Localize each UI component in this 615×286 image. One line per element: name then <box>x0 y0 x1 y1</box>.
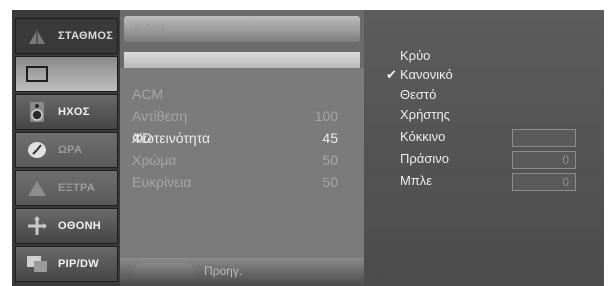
nav-item-sound[interactable]: ΗΧΟΣ <box>15 94 118 130</box>
nav-label-station: ΣΤΑΘΜΟΣ <box>58 30 114 42</box>
option-warm[interactable]: Θεστό <box>400 87 436 102</box>
speaker-icon <box>24 101 50 123</box>
picture-icon <box>24 63 50 85</box>
option-user[interactable]: Χρήστης <box>400 107 450 122</box>
setting-value: 100 <box>314 108 338 124</box>
setting-row-color[interactable]: Χρώμα 50 <box>132 152 352 172</box>
green-value-box[interactable]: 0 <box>512 151 576 169</box>
nav-item-screen[interactable]: ΟΘΟΝΗ <box>15 208 118 244</box>
nav-label-sound: ΗΧΟΣ <box>58 106 90 118</box>
clock-icon <box>24 139 50 161</box>
option-green[interactable]: Πράσινο <box>400 151 449 166</box>
setting-value: 45 <box>322 130 338 146</box>
blue-value-box[interactable]: 0 <box>512 173 576 191</box>
nav-item-extra[interactable]: ΕΞΤΡΑ <box>15 170 118 206</box>
setting-label: ACM <box>132 86 164 102</box>
setting-value: 50 <box>322 174 338 190</box>
nav-item-station[interactable]: ΣΤΑΘΜΟΣ <box>15 18 118 54</box>
setting-row-sharpness[interactable]: Ευκρίνεια 50 <box>132 174 352 194</box>
station-icon <box>24 25 50 47</box>
setting-row-acm[interactable]: ACM <box>132 86 352 106</box>
main-menu-nav: ΣΤΑΘΜΟΣ ΗΧΟΣ ΩΡΑ ΕΞΤΡΑ ΟΘΟΝΗ PIP/DW <box>12 10 120 286</box>
red-value-box[interactable] <box>512 129 576 147</box>
color-temperature-panel: ✔ Κρύο Κανονικό Θεστό Χρήστης Κόκκινο Πρ… <box>364 10 604 286</box>
setting-row-contrast[interactable]: Αντίθεση 100 <box>132 108 352 128</box>
option-cool[interactable]: Κρύο <box>400 48 430 63</box>
prev-label: Προηγ. <box>204 264 243 278</box>
nav-label-screen: ΟΘΟΝΗ <box>58 220 102 232</box>
blue-value: 0 <box>562 175 569 189</box>
setting-value <box>288 86 352 106</box>
nav-label-pip: PIP/DW <box>58 258 99 270</box>
tv-menu-screen: ΣΤΑΘΜΟΣ ΗΧΟΣ ΩΡΑ ΕΞΤΡΑ ΟΘΟΝΗ PIP/DW P.S.… <box>12 10 604 286</box>
nav-item-picture[interactable] <box>15 56 118 92</box>
prev-button[interactable] <box>134 263 194 281</box>
setting-label: Χρώμα <box>132 152 177 168</box>
option-red[interactable]: Κόκκινο <box>400 129 445 144</box>
setting-label: Φωτεινότητα <box>132 130 211 146</box>
nav-item-pip[interactable]: PIP/DW <box>15 246 118 282</box>
nav-label-extra: ΕΞΤΡΑ <box>58 182 96 194</box>
picture-settings-list: XD ACM Αντίθεση 100 Φωτεινότητα 45 Χρώμα… <box>120 68 364 258</box>
green-value: 0 <box>562 153 569 167</box>
picture-menu-panel: P.S.M XD ACM Αντίθεση 100 Φωτεινότητα 45… <box>120 10 364 286</box>
setting-label: Αντίθεση <box>132 108 188 124</box>
psm-label: P.S.M <box>134 22 166 36</box>
pip-icon <box>24 253 50 275</box>
screen-icon <box>24 215 50 237</box>
bottom-bar: Προηγ. <box>120 258 364 286</box>
setting-row-brightness[interactable]: Φωτεινότητα 45 <box>132 130 352 150</box>
setting-value: 50 <box>322 152 338 168</box>
setting-label: Ευκρίνεια <box>132 174 192 190</box>
psm-bar[interactable]: P.S.M <box>124 16 360 42</box>
option-blue[interactable]: Μπλε <box>400 173 432 188</box>
check-mark-icon: ✔ <box>386 67 397 82</box>
nav-item-time[interactable]: ΩΡΑ <box>15 132 118 168</box>
nav-label-time: ΩΡΑ <box>58 144 83 156</box>
extra-icon <box>24 177 50 199</box>
option-normal[interactable]: Κανονικό <box>400 67 453 82</box>
